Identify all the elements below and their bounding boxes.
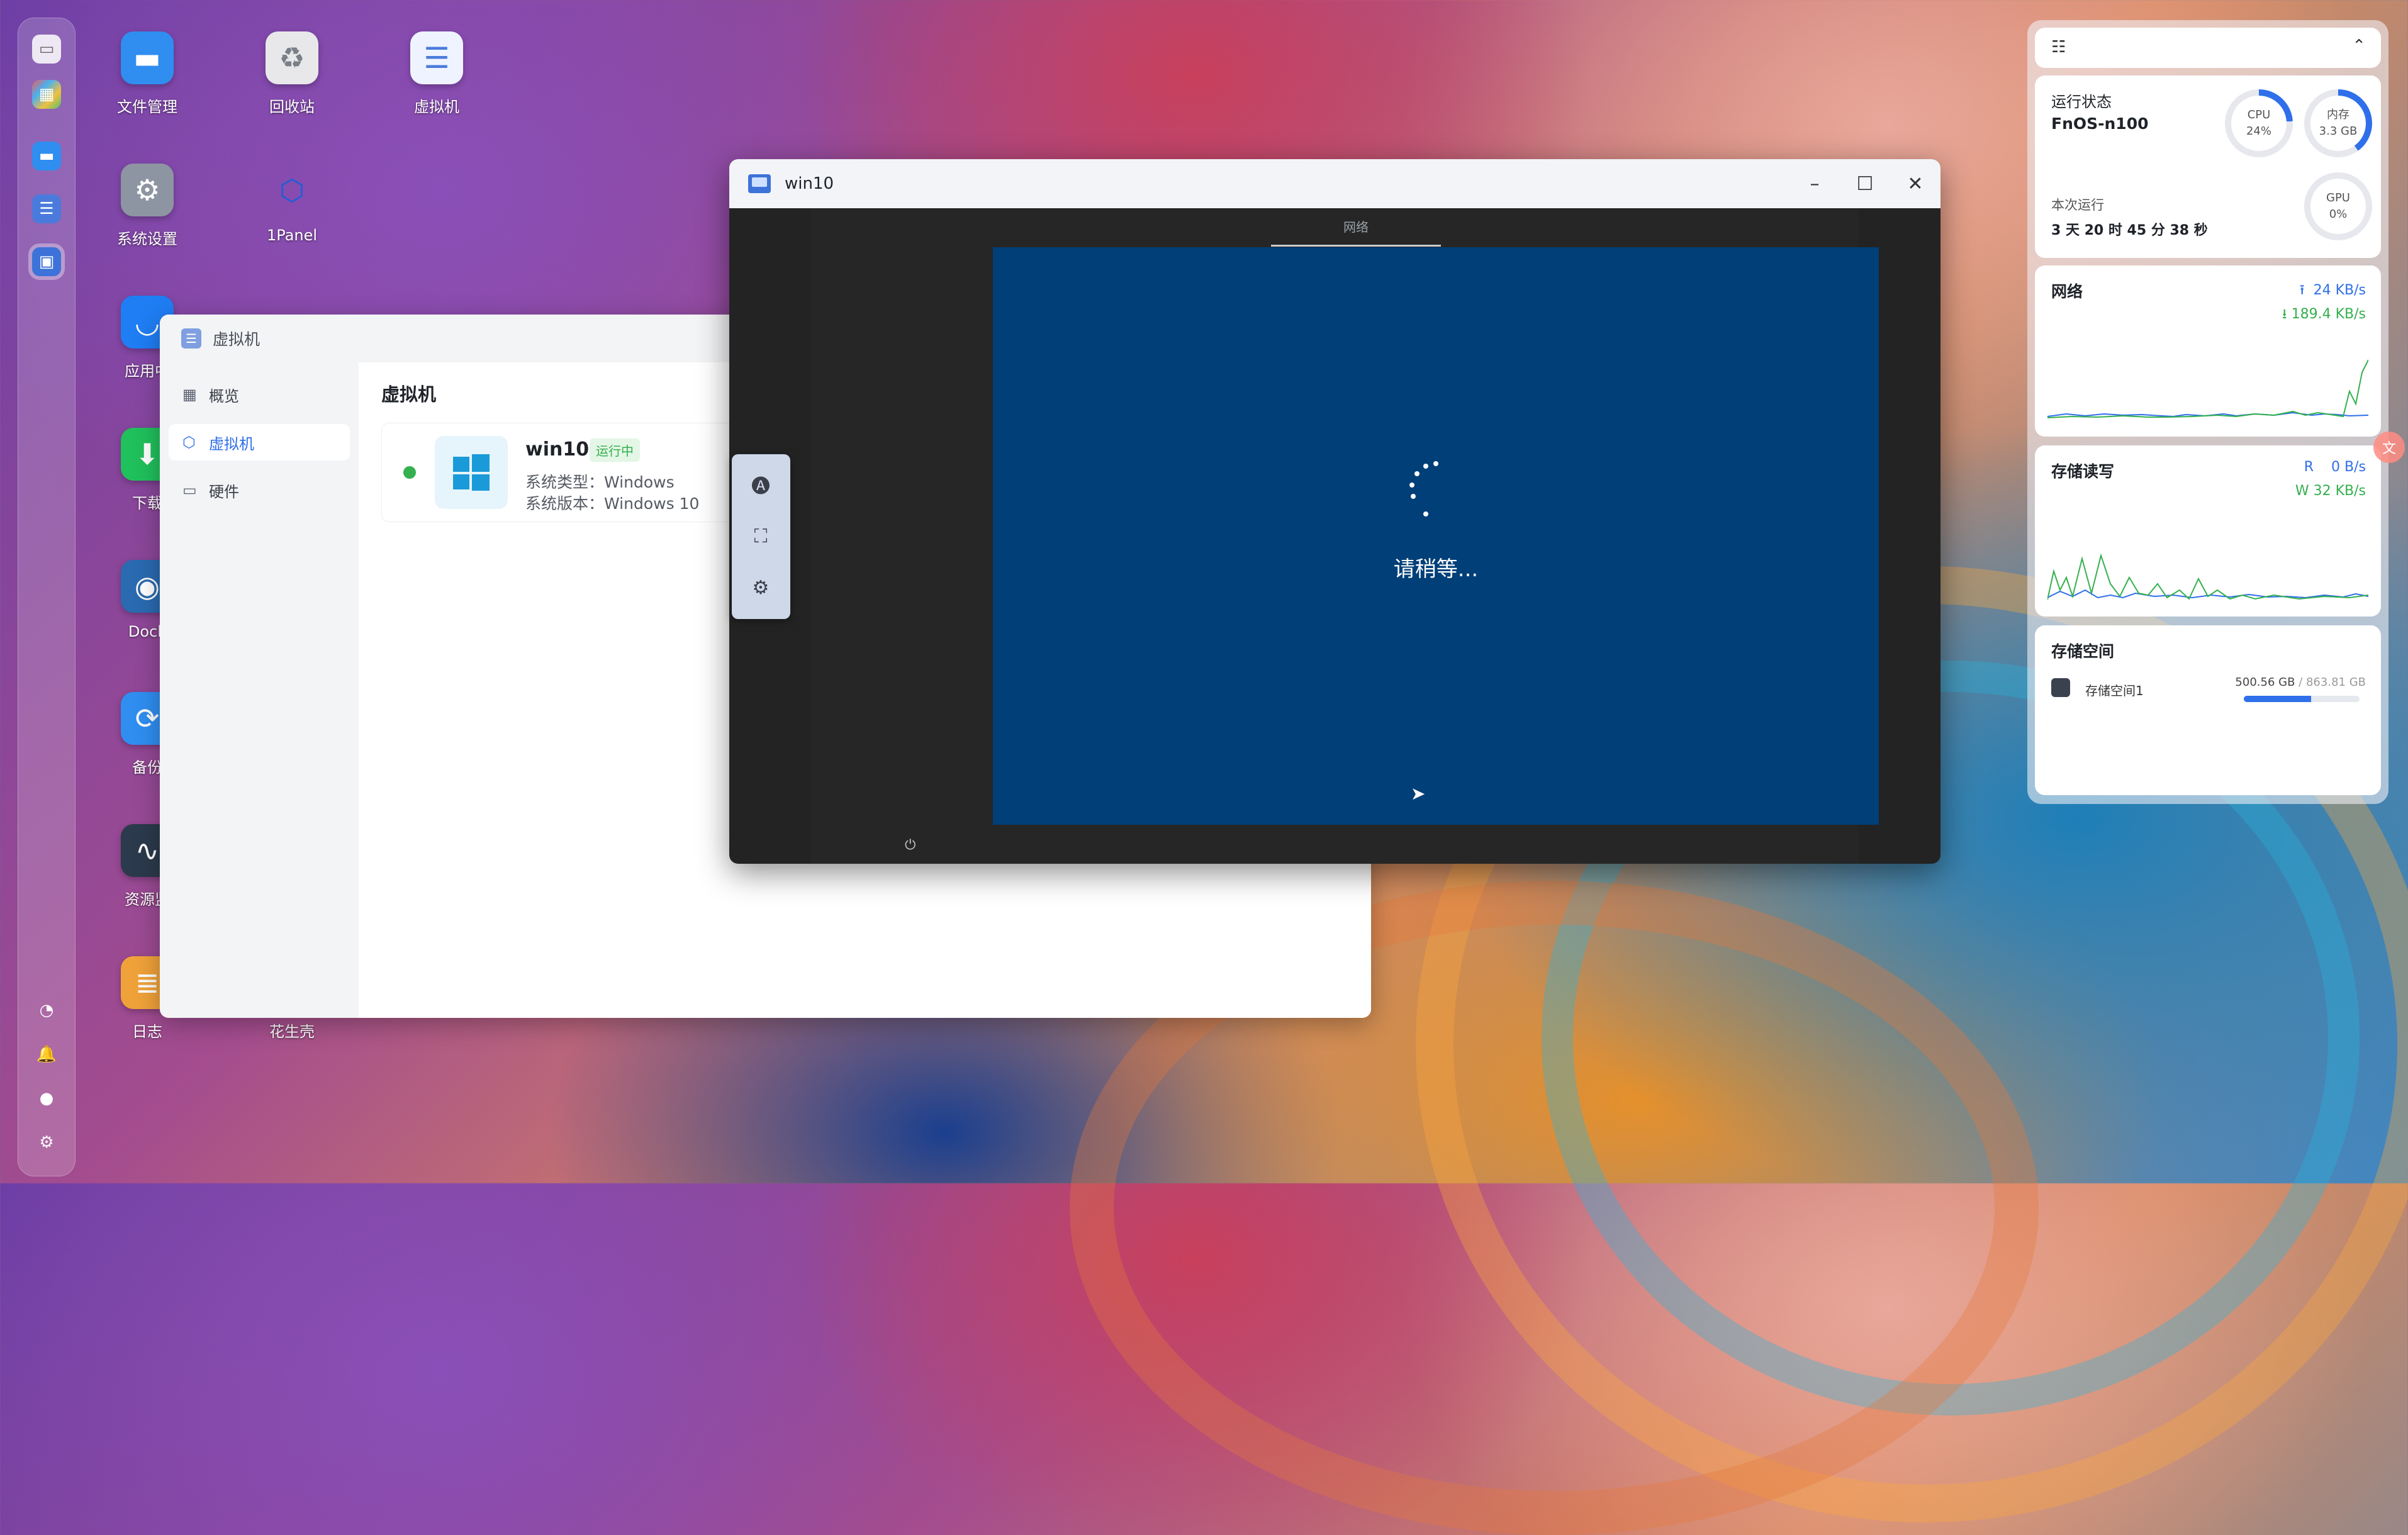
user-icon[interactable]: ● bbox=[37, 1089, 56, 1108]
gear-icon[interactable]: ⚙ bbox=[37, 1133, 56, 1152]
storage-total: 863.81 GB bbox=[2305, 676, 2366, 689]
app-center-icon[interactable]: ▦ bbox=[32, 80, 61, 109]
desktop-icon-settings[interactable]: ⚙ 系统设置 bbox=[91, 164, 204, 248]
mem-value: 3.3 GB bbox=[2319, 125, 2358, 138]
mouse-cursor-icon: ➤ bbox=[1411, 783, 1426, 804]
grid-icon: ▦ bbox=[182, 386, 197, 403]
widget-settings-icon[interactable]: ☷ bbox=[2051, 38, 2066, 57]
console-titlebar[interactable]: win10 – ☐ ✕ bbox=[729, 159, 1940, 208]
uptime-label: 本次运行 bbox=[2051, 198, 2104, 213]
translate-icon[interactable]: 文 bbox=[2373, 432, 2405, 463]
storage-used: 500.56 GB bbox=[2235, 676, 2295, 689]
settings-gear-icon[interactable]: ⚙ bbox=[746, 572, 776, 603]
storage-card: 存储空间 存储空间1 500.56 GB / 863.81 GB bbox=[2035, 625, 2381, 795]
page-title: 虚拟机 bbox=[381, 384, 437, 405]
vm-console-window: win10 – ☐ ✕ 网络 请稍等... ➤ ⏻ bbox=[729, 159, 1940, 864]
download-rate: ⭳ 189.4 KB/s bbox=[2282, 306, 2366, 322]
status-card: 运行状态 FnOS-n100 本次运行 3 天 20 时 45 分 38 秒 C… bbox=[2035, 75, 2381, 258]
tab-network[interactable]: 网络 bbox=[1271, 215, 1441, 247]
widget-panel: ☷ ⌃ 运行状态 FnOS-n100 本次运行 3 天 20 时 45 分 38… bbox=[2027, 20, 2388, 804]
gear-icon: ⚙ bbox=[121, 164, 174, 216]
read-rate: R 0 B/s bbox=[2304, 459, 2366, 475]
cpu-gauge: CPU 24% bbox=[2225, 89, 2293, 157]
write-rate: W 32 KB/s bbox=[2295, 483, 2366, 499]
window-title: win10 bbox=[785, 174, 834, 193]
monitor-icon bbox=[748, 174, 771, 193]
fullscreen-icon[interactable]: ⛶ bbox=[746, 521, 776, 551]
disk-io-card: 存储读写 R 0 B/s W 32 KB/s bbox=[2035, 445, 2381, 617]
nav-label: 硬件 bbox=[209, 483, 239, 501]
recycle-bin-icon: ♻ bbox=[266, 31, 318, 84]
nav-label: 概览 bbox=[209, 387, 239, 405]
storage-separator: / bbox=[2299, 676, 2303, 689]
desktop-icon-recycle-bin[interactable]: ♻ 回收站 bbox=[235, 31, 349, 116]
folder-icon: ▬ bbox=[121, 31, 174, 84]
nav-label: 虚拟机 bbox=[209, 435, 254, 453]
network-sparkline bbox=[2047, 359, 2368, 418]
widget-header: ☷ ⌃ bbox=[2035, 28, 2381, 68]
disk-io-sparkline bbox=[2047, 553, 2368, 600]
1panel-icon: ⬡ bbox=[279, 173, 305, 207]
console-toolbar: 🅐 ⛶ ⚙ bbox=[732, 454, 790, 619]
nav-vms[interactable]: ⬡ 虚拟机 bbox=[169, 424, 350, 460]
help-icon[interactable]: ◔ bbox=[37, 1001, 56, 1020]
vm-icon: ☰ bbox=[410, 31, 463, 84]
windows-logo-icon bbox=[435, 436, 508, 509]
nav-overview[interactable]: ▦ 概览 bbox=[169, 376, 350, 413]
keyboard-icon[interactable]: 🅐 bbox=[746, 469, 776, 500]
disk-io-title: 存储读写 bbox=[2051, 462, 2115, 481]
cpu-value: 24% bbox=[2246, 125, 2271, 138]
maximize-button[interactable]: ☐ bbox=[1849, 168, 1881, 199]
minimize-button[interactable]: – bbox=[1799, 168, 1830, 199]
gpu-gauge: GPU 0% bbox=[2304, 172, 2372, 240]
status-title: 运行状态 bbox=[2051, 93, 2112, 111]
storage-usage: 500.56 GB / 863.81 GB bbox=[2235, 676, 2366, 689]
vm-screen[interactable]: 请稍等... ➤ bbox=[993, 247, 1879, 825]
folder-icon[interactable]: ▬ bbox=[32, 142, 61, 170]
vm-type: 系统类型：Windows bbox=[525, 473, 675, 491]
console-stage: 网络 请稍等... ➤ ⏻ bbox=[811, 208, 1879, 864]
network-title: 网络 bbox=[2051, 282, 2083, 301]
bell-icon[interactable]: 🔔 bbox=[36, 1045, 57, 1064]
storage-progress-track bbox=[2244, 696, 2360, 702]
vm-version: 系统版本：Windows 10 bbox=[525, 494, 700, 513]
desktop-icon-file-manager[interactable]: ▬ 文件管理 bbox=[91, 31, 204, 116]
network-card: 网络 ⭱ 24 KB/s ⭳ 189.4 KB/s bbox=[2035, 265, 2381, 437]
desktop-icon-1panel[interactable]: ⬡ 1Panel bbox=[235, 164, 349, 244]
desktop-icon[interactable]: ▭ bbox=[32, 35, 61, 64]
memory-gauge: 内存 3.3 GB bbox=[2304, 89, 2372, 157]
vm-icon: ☰ bbox=[181, 328, 201, 349]
cube-icon: ⬡ bbox=[182, 433, 196, 451]
upload-rate: ⭱ 24 KB/s bbox=[2299, 282, 2366, 298]
storage-disk-icon bbox=[2051, 678, 2070, 697]
storage-title: 存储空间 bbox=[2051, 642, 2115, 661]
hardware-icon: ▭ bbox=[182, 481, 197, 499]
vm-sidebar: ▦ 概览 ⬡ 虚拟机 ▭ 硬件 bbox=[160, 362, 359, 1018]
window-title: 虚拟机 bbox=[213, 330, 260, 349]
close-button[interactable]: ✕ bbox=[1900, 168, 1931, 199]
status-badge: 运行中 bbox=[590, 438, 640, 462]
left-dock: ▭ ▦ ▬ ☰ ▣ ◔ 🔔 ● ⚙ bbox=[18, 18, 76, 1176]
running-status-dot bbox=[403, 466, 416, 479]
cpu-label: CPU bbox=[2247, 108, 2271, 121]
power-icon[interactable]: ⏻ bbox=[905, 837, 916, 853]
vm-console-icon[interactable]: ▣ bbox=[32, 247, 61, 276]
gpu-label: GPU bbox=[2326, 191, 2350, 204]
vm-icon[interactable]: ☰ bbox=[32, 194, 61, 223]
uptime-value: 3 天 20 时 45 分 38 秒 bbox=[2051, 223, 2208, 238]
loading-spinner-icon bbox=[1404, 461, 1442, 518]
mem-label: 内存 bbox=[2327, 108, 2349, 121]
collapse-icon[interactable]: ⌃ bbox=[2352, 36, 2366, 55]
hostname: FnOS-n100 bbox=[2051, 114, 2149, 133]
gpu-value: 0% bbox=[2329, 208, 2348, 221]
storage-progress-fill bbox=[2244, 696, 2311, 702]
storage-name: 存储空间1 bbox=[2085, 683, 2144, 698]
nav-hardware[interactable]: ▭ 硬件 bbox=[169, 472, 350, 508]
loading-text: 请稍等... bbox=[1393, 557, 1479, 582]
desktop-icon-vm[interactable]: ☰ 虚拟机 bbox=[380, 31, 493, 116]
vm-name: win10 bbox=[525, 438, 590, 460]
